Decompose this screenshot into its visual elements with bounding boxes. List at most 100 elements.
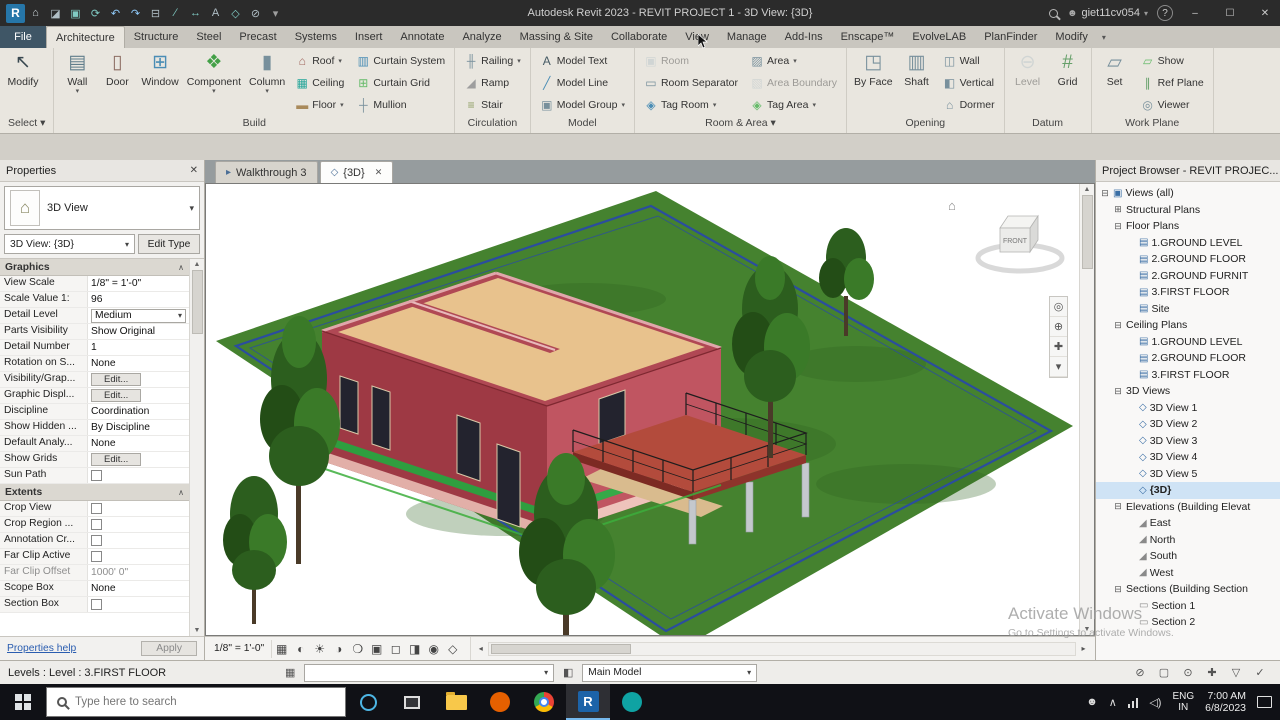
ribbon-button-roof[interactable]: ⌂ Roof ▾ <box>292 51 347 70</box>
qat-caret-icon[interactable]: ▾ <box>266 4 285 23</box>
tree-item-ceiling-plans[interactable]: ⊟ Ceiling Plans <box>1096 317 1280 334</box>
language-indicator[interactable]: ENG IN <box>1172 691 1194 713</box>
volume-icon[interactable]: ◁) <box>1149 696 1161 709</box>
task-view-icon[interactable] <box>390 684 434 720</box>
home-icon[interactable]: ⌂ <box>26 4 45 23</box>
edit-type-button[interactable]: Edit Type <box>138 234 200 254</box>
reveal-hidden-icon[interactable]: ◉ <box>424 639 443 658</box>
save-icon[interactable]: ▣ <box>66 4 85 23</box>
tree-item-views-all[interactable]: ⊟ ▣ Views (all) <box>1096 185 1280 202</box>
ribbon-tab-precast[interactable]: Precast <box>230 26 285 48</box>
worksets-icon[interactable]: ▦ <box>282 666 298 679</box>
ribbon-button-set[interactable]: ▱ Set <box>1096 50 1134 115</box>
ribbon-button-railing[interactable]: ╫ Railing ▾ <box>461 51 524 70</box>
vertical-scrollbar[interactable]: ▲ ▼ <box>1079 184 1094 635</box>
edit-button[interactable]: Edit... <box>91 389 142 402</box>
render-icon[interactable]: ❍ <box>348 639 367 658</box>
tree-item-sections-building-section[interactable]: ⊟ Sections (Building Section <box>1096 581 1280 598</box>
tree-item-2-ground-floor[interactable]: ⊞▤2.GROUND FLOOR <box>1096 350 1280 367</box>
tree-item-west[interactable]: ⊞◢West <box>1096 565 1280 582</box>
firefox-icon[interactable] <box>478 684 522 720</box>
tree-expander-icon[interactable]: ⊟ <box>1113 584 1123 595</box>
instance-combo[interactable]: 3D View: {3D} ▾ <box>4 234 135 254</box>
home-view-icon[interactable]: ⌂ <box>948 198 956 213</box>
ribbon-button-mullion[interactable]: ┼ Mullion <box>353 95 448 114</box>
scroll-up-icon[interactable]: ▲ <box>1084 186 1091 193</box>
maximize-button[interactable]: ☐ <box>1217 0 1243 26</box>
tree-item-3d-views[interactable]: ⊟ 3D Views <box>1096 383 1280 400</box>
file-explorer-icon[interactable] <box>434 684 478 720</box>
action-center-icon[interactable] <box>1257 696 1272 708</box>
tree-item-3d-view-1[interactable]: ⊞◇3D View 1 <box>1096 400 1280 417</box>
tree-item-1-ground-level[interactable]: ⊞▤1.GROUND LEVEL <box>1096 235 1280 252</box>
ribbon-button-grid[interactable]: # Grid <box>1049 50 1087 115</box>
design-options-icon[interactable]: ◧ <box>560 666 576 679</box>
edit-button[interactable]: Edit... <box>91 373 142 386</box>
tree-item-3d[interactable]: ⊞◇{3D} <box>1096 482 1280 499</box>
ribbon-button-window[interactable]: ⊞ Window <box>138 50 181 115</box>
hide-isolate-icon[interactable]: ◨ <box>405 639 424 658</box>
checkbox[interactable] <box>91 599 102 610</box>
editable-only-icon[interactable]: ✓ <box>1252 666 1268 679</box>
tree-item-north[interactable]: ⊞◢North <box>1096 532 1280 549</box>
ribbon-button-viewer[interactable]: ◎ Viewer <box>1138 95 1207 114</box>
tree-item-section-1[interactable]: ⊞▭Section 1 <box>1096 598 1280 615</box>
tree-item-east[interactable]: ⊞◢East <box>1096 515 1280 532</box>
user-account-button[interactable]: ☻ giet11cv054 ▾ <box>1067 7 1148 19</box>
ribbon-tab-manage[interactable]: Manage <box>718 26 776 48</box>
filter-icon[interactable]: ▽ <box>1228 666 1244 679</box>
scrollbar-track[interactable] <box>488 641 1076 656</box>
ribbon-button-modify[interactable]: ↖ Modify <box>4 50 42 115</box>
text-icon[interactable]: A <box>206 4 225 23</box>
tree-item-2-ground-floor[interactable]: ⊞▤2.GROUND FLOOR <box>1096 251 1280 268</box>
ribbon-tab-collaborate[interactable]: Collaborate <box>602 26 676 48</box>
ribbon-tab-insert[interactable]: Insert <box>346 26 392 48</box>
network-icon[interactable] <box>1127 697 1139 708</box>
close-properties-icon[interactable]: ✕ <box>186 165 198 176</box>
detail-level-icon[interactable]: ▦ <box>272 639 291 658</box>
ribbon-button-tag-area[interactable]: ◈ Tag Area ▾ <box>747 95 840 114</box>
sun-path-icon[interactable]: ☀ <box>310 639 329 658</box>
horizontal-scrollbar[interactable]: ◂ ▸ <box>470 637 1093 660</box>
zoom-icon[interactable]: ⊕ <box>1050 317 1067 337</box>
ribbon-tab-evolvelab[interactable]: EvolveLAB <box>903 26 975 48</box>
graphics-section-header[interactable]: Graphics ∧ <box>0 259 189 276</box>
ribbon-button-curtain-system[interactable]: ▥ Curtain System <box>353 51 448 70</box>
close-view-tab-icon[interactable]: ✕ <box>375 167 383 178</box>
value-dropdown[interactable]: Medium ▾ <box>91 308 186 323</box>
ribbon-tab-systems[interactable]: Systems <box>286 26 346 48</box>
ribbon-button-model-line[interactable]: ╱ Model Line <box>537 73 628 92</box>
ribbon-button-tag-room[interactable]: ◈ Tag Room ▾ <box>641 95 741 114</box>
start-button[interactable] <box>0 684 46 720</box>
revit-taskbar-icon[interactable]: R <box>566 684 610 720</box>
tray-caret-icon[interactable]: ∧ <box>1109 696 1117 709</box>
tree-expander-icon[interactable]: ⊟ <box>1113 501 1123 512</box>
pan-icon[interactable]: ✚ <box>1050 337 1067 357</box>
ribbon-button-dormer[interactable]: ⌂ Dormer <box>940 95 998 114</box>
worksharing-display-icon[interactable]: ⊘ <box>1132 666 1148 679</box>
crop-view-icon[interactable]: ▣ <box>367 639 386 658</box>
dimension-icon[interactable]: ↔ <box>186 4 205 23</box>
checkbox[interactable] <box>91 551 102 562</box>
ribbon-button-ceiling[interactable]: ▦ Ceiling <box>292 73 347 92</box>
ribbon-tab-architecture[interactable]: Architecture <box>46 26 125 48</box>
ribbon-tab-massing-site[interactable]: Massing & Site <box>511 26 602 48</box>
section-icon[interactable]: ⊘ <box>246 4 265 23</box>
scrollbar-thumb[interactable] <box>491 643 632 654</box>
search-input[interactable] <box>75 696 335 708</box>
tree-item-elevations-building-elevat[interactable]: ⊟ Elevations (Building Elevat <box>1096 499 1280 516</box>
tree-item-1-ground-level[interactable]: ⊞▤1.GROUND LEVEL <box>1096 334 1280 351</box>
tree-item-3-first-floor[interactable]: ⊞▤3.FIRST FLOOR <box>1096 284 1280 301</box>
ribbon-button-wall[interactable]: ◫ Wall <box>940 51 998 70</box>
tree-expander-icon[interactable]: ⊟ <box>1113 320 1123 331</box>
tree-expander-icon[interactable]: ⊟ <box>1113 221 1123 232</box>
ribbon-button-stair[interactable]: ≡ Stair <box>461 95 524 114</box>
ribbon-button-wall[interactable]: ▤ Wall ▾ <box>58 50 96 115</box>
view-tab-3d[interactable]: ◇ {3D} ✕ <box>319 161 394 183</box>
ribbon-button-ramp[interactable]: ◢ Ramp <box>461 73 524 92</box>
open-folder-icon[interactable]: ◪ <box>46 4 65 23</box>
tree-item-3d-view-5[interactable]: ⊞◇3D View 5 <box>1096 466 1280 483</box>
ribbon-tab-annotate[interactable]: Annotate <box>391 26 453 48</box>
scroll-right-icon[interactable]: ▸ <box>1076 644 1091 653</box>
checkbox[interactable] <box>91 470 102 481</box>
